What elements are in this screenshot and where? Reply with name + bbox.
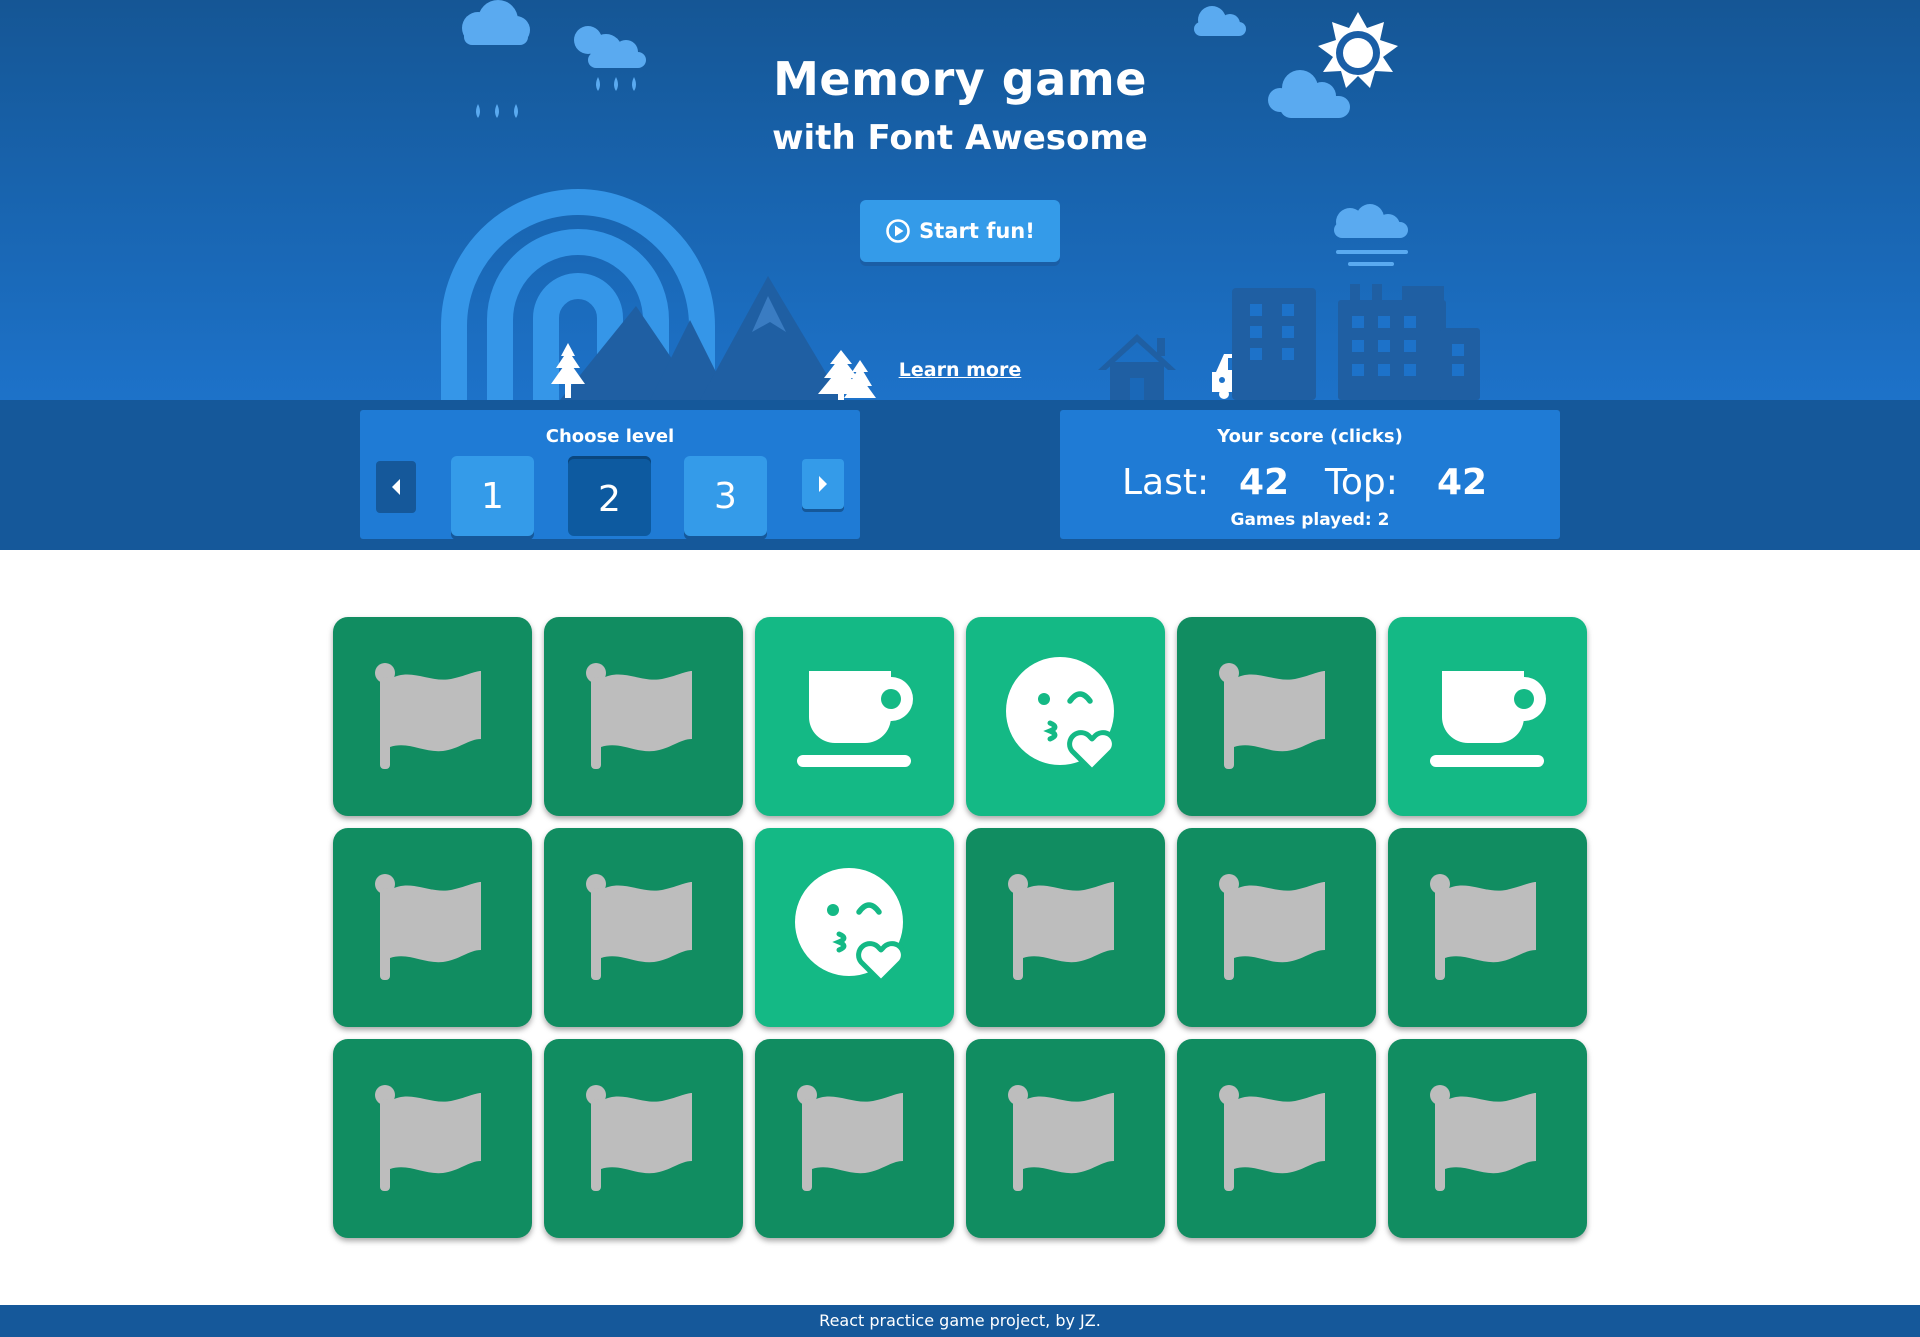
memory-card[interactable] <box>544 617 743 816</box>
top-score-value: 42 <box>1437 462 1488 503</box>
flag-icon <box>1217 868 1337 988</box>
page-title: Memory game <box>773 52 1147 106</box>
rain-drops-icon <box>476 104 518 118</box>
flag-icon <box>795 1079 915 1199</box>
start-fun-label: Start fun! <box>919 219 1035 243</box>
memory-card[interactable] <box>333 617 532 816</box>
caret-right-icon <box>819 476 827 492</box>
flag-icon <box>373 868 493 988</box>
score-title: Your score (clicks) <box>1217 426 1403 447</box>
learn-more-link[interactable]: Learn more <box>899 359 1021 381</box>
card-board <box>333 617 1587 1239</box>
memory-card[interactable] <box>966 1039 1165 1238</box>
level-1-button[interactable]: 1 <box>451 456 534 536</box>
control-bar: Choose level 1 2 3 Your score (clicks) L… <box>0 400 1920 550</box>
flag-icon <box>1217 1079 1337 1199</box>
flag-icon <box>1006 868 1126 988</box>
mug-saucer-icon <box>795 657 915 777</box>
memory-card[interactable] <box>333 828 532 1027</box>
flag-icon <box>584 868 704 988</box>
memory-card[interactable] <box>755 1039 954 1238</box>
cloud-icon <box>462 0 530 45</box>
memory-card[interactable] <box>755 617 954 816</box>
flag-icon <box>373 1079 493 1199</box>
last-score-value: 42 <box>1239 462 1290 503</box>
choose-level-title: Choose level <box>545 426 675 447</box>
memory-card[interactable] <box>1388 1039 1587 1238</box>
flag-icon <box>584 657 704 777</box>
page-subtitle: with Font Awesome <box>772 118 1148 158</box>
face-kiss-wink-heart-icon <box>794 867 915 988</box>
building-icon <box>1232 288 1316 400</box>
hero-header: Memory game with Font Awesome Start fun!… <box>0 0 1920 400</box>
flag-icon <box>1217 657 1337 777</box>
flag-icon <box>1428 868 1548 988</box>
flag-icon <box>584 1079 704 1199</box>
level-panel: Choose level 1 2 3 <box>360 410 860 539</box>
previous-level-button[interactable] <box>376 461 416 513</box>
house-icon <box>1098 334 1176 400</box>
memory-card[interactable] <box>1177 617 1376 816</box>
top-score-label: Top: <box>1325 462 1398 503</box>
face-kiss-wink-heart-icon <box>1005 656 1126 777</box>
memory-card[interactable] <box>755 828 954 1027</box>
smog-icon <box>1334 204 1408 266</box>
games-played-count: Games played: 2 <box>1230 510 1390 530</box>
score-row: Last: 42 Top: 42 <box>1060 462 1560 512</box>
memory-card[interactable] <box>966 617 1165 816</box>
start-fun-button[interactable]: Start fun! <box>860 200 1060 262</box>
score-panel: Your score (clicks) Last: 42 Top: 42 Gam… <box>1060 410 1560 539</box>
level-2-button[interactable]: 2 <box>568 456 651 536</box>
play-circle-icon <box>885 218 911 244</box>
memory-card[interactable] <box>1177 1039 1376 1238</box>
memory-card[interactable] <box>333 1039 532 1238</box>
memory-card[interactable] <box>966 828 1165 1027</box>
level-3-button[interactable]: 3 <box>684 456 767 536</box>
last-score-label: Last: <box>1122 462 1210 503</box>
flag-icon <box>1006 1079 1126 1199</box>
next-level-button[interactable] <box>802 459 844 509</box>
caret-left-icon <box>392 479 400 495</box>
memory-card[interactable] <box>544 828 743 1027</box>
memory-card[interactable] <box>1177 828 1376 1027</box>
flag-icon <box>1428 1079 1548 1199</box>
small-cloud-icon <box>1194 6 1246 36</box>
mug-saucer-icon <box>1428 657 1548 777</box>
trees-icon <box>818 350 876 400</box>
footer: React practice game project, by JZ. <box>0 1305 1920 1337</box>
memory-card[interactable] <box>1388 617 1587 816</box>
flag-icon <box>373 657 493 777</box>
city-icon <box>1338 284 1480 400</box>
memory-card[interactable] <box>1388 828 1587 1027</box>
memory-card[interactable] <box>544 1039 743 1238</box>
